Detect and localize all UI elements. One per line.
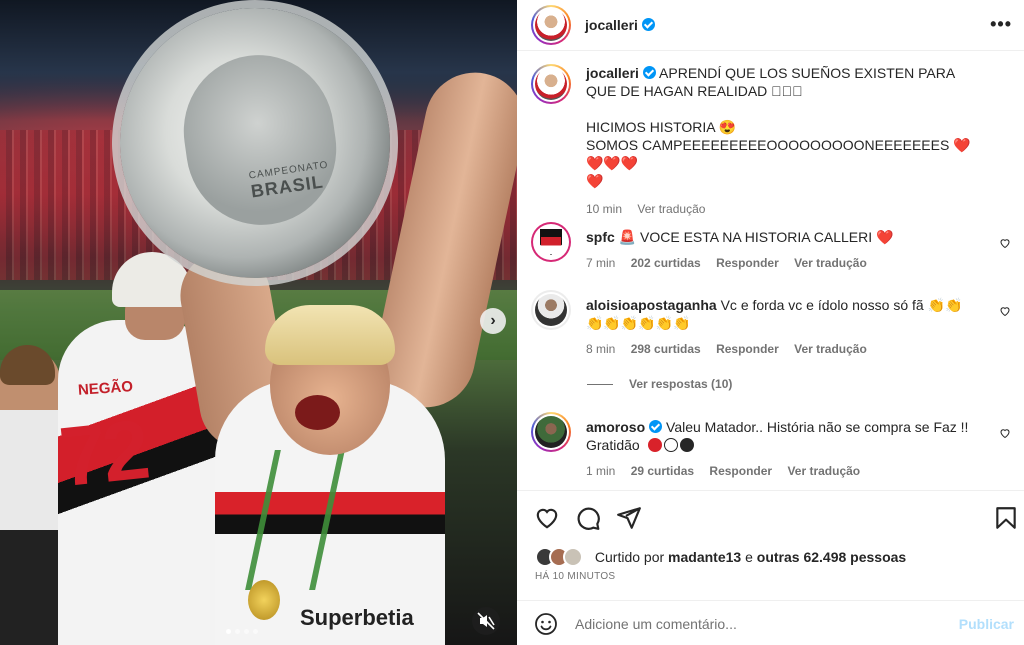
see-translation-link[interactable]: Ver tradução (787, 464, 860, 478)
comment-text: Valeu Matador.. História não se compra s… (666, 419, 969, 435)
reply-button[interactable]: Responder (709, 464, 772, 478)
comment-composer: Publicar (517, 600, 1024, 645)
reply-button[interactable]: Responder (716, 342, 779, 356)
verified-icon (641, 18, 655, 31)
heart-icon[interactable] (999, 305, 1011, 317)
author-username[interactable]: jocalleri (585, 17, 638, 33)
comment-body: aloisioapostaganha Vc e forda vc e ídolo… (586, 296, 981, 358)
heart-icon[interactable] (999, 237, 1011, 249)
post-media[interactable]: NEGÃO 72 CAMPEONATO BRASIL Superbetia › (0, 0, 517, 645)
jersey-sponsor: Superbetia (300, 605, 414, 630)
caption-line4: ❤️ (586, 173, 604, 189)
comment-likes[interactable]: 202 curtidas (631, 256, 701, 270)
post-actions: Curtido por madante13 e outras 62.498 pe… (517, 490, 1024, 600)
comment-meta: 8 min 298 curtidas Responder Ver traduçã… (586, 340, 981, 358)
caption-line2: HICIMOS HISTORIA 😍 (586, 119, 737, 135)
comment-meta: 7 min 202 curtidas Responder Ver traduçã… (586, 254, 981, 272)
verified-icon (642, 66, 656, 79)
comment-text-continued: 👏👏👏👏👏👏 (586, 315, 691, 331)
player-hair (265, 305, 395, 365)
comment-time: 8 min (586, 342, 616, 356)
commenter-username[interactable]: aloisioapostaganha (586, 297, 717, 313)
see-translation-link[interactable]: Ver tradução (637, 202, 705, 216)
comment-time: 1 min (586, 464, 616, 478)
comments-list[interactable]: jocalleri APRENDÍ QUE LOS SUEÑOS EXISTEN… (517, 52, 1024, 489)
comment-likes[interactable]: 29 curtidas (631, 464, 694, 478)
commenter-avatar[interactable] (531, 290, 571, 330)
commenter-avatar[interactable] (531, 412, 571, 452)
heart-icon[interactable] (999, 427, 1011, 439)
comment-text: 🚨 VOCE ESTA NA HISTORIA CALLERI ❤️ (618, 229, 894, 245)
comment-time: 7 min (586, 256, 616, 270)
post-timestamp: HÁ 10 MINUTOS (535, 571, 616, 582)
replies-divider (587, 384, 613, 386)
view-replies-label: Ver respostas (10) (629, 377, 733, 391)
caption-time: 10 min (586, 202, 623, 216)
more-horizontal-icon[interactable]: ••• (990, 14, 1012, 35)
carousel-dot (244, 629, 249, 634)
reply-button[interactable]: Responder (716, 256, 779, 270)
likers-avatars[interactable] (535, 547, 587, 567)
carousel-dot (235, 629, 240, 634)
liked-by-connector: e (745, 549, 753, 565)
likes-summary: Curtido por madante13 e outras 62.498 pe… (535, 547, 906, 567)
comment-text: Vc e forda vc e ídolo nosso só fã 👏👏 (720, 297, 963, 313)
verified-icon (649, 420, 663, 433)
comment-meta: 1 min 29 curtidas Responder Ver tradução (586, 462, 981, 480)
view-replies-button[interactable]: Ver respostas (10) (587, 377, 732, 391)
comment-input[interactable] (575, 613, 935, 635)
medal (248, 580, 280, 620)
author-avatar[interactable] (531, 5, 571, 45)
carousel-dot (226, 629, 231, 634)
emoji-icon[interactable] (534, 612, 558, 636)
chevron-right-icon[interactable]: › (480, 308, 506, 334)
spfc-logo-icon (540, 229, 562, 255)
comment-text-continued: Gratidão (586, 437, 640, 453)
caption-line1: APRENDÍ QUE LOS SUEÑOS EXISTEN PARA QUE … (586, 65, 955, 99)
white-circle-icon (663, 438, 678, 452)
caption-line3: SOMOS CAMPEEEEEEEEEOOOOOOOOONEEEEEEES ❤️… (586, 137, 971, 171)
share-send-icon[interactable] (616, 505, 642, 531)
red-circle-icon (647, 438, 662, 452)
comment-body: amoroso Valeu Matador.. História não se … (586, 418, 981, 480)
bookmark-icon[interactable] (993, 505, 1019, 531)
liked-by-others[interactable]: outras 62.498 pessoas (757, 549, 906, 565)
caption-body: jocalleri APRENDÍ QUE LOS SUEÑOS EXISTEN… (586, 64, 981, 218)
liked-by-prefix: Curtido por (594, 549, 665, 565)
like-heart-icon[interactable] (534, 505, 560, 531)
commenter-username[interactable]: amoroso (586, 419, 645, 435)
caption-username[interactable]: jocalleri (586, 65, 639, 81)
black-circle-icon (679, 438, 694, 452)
author-name-block: jocalleri (585, 17, 655, 35)
child-figure (0, 350, 60, 645)
see-translation-link[interactable]: Ver tradução (794, 256, 867, 270)
player-mouth (295, 395, 340, 430)
caption-meta: 10 min Ver tradução (586, 200, 981, 218)
publish-button[interactable]: Publicar (959, 616, 1014, 632)
post-panel: jocalleri ••• jocalleri APRENDÍ QUE LOS … (517, 0, 1024, 645)
carousel-dots (226, 629, 258, 634)
carousel-dot (253, 629, 258, 634)
comment-likes[interactable]: 298 curtidas (631, 342, 701, 356)
comment-body: spfc 🚨 VOCE ESTA NA HISTORIA CALLERI ❤️ … (586, 228, 981, 272)
see-translation-link[interactable]: Ver tradução (794, 342, 867, 356)
post-header: jocalleri ••• (517, 0, 1024, 51)
commenter-avatar[interactable] (531, 222, 571, 262)
jersey-number: 72 (55, 401, 151, 505)
speaker-muted-icon[interactable] (472, 607, 500, 635)
liked-by-user[interactable]: madante13 (668, 549, 741, 565)
commenter-username[interactable]: spfc (586, 229, 615, 245)
author-avatar[interactable] (531, 64, 571, 104)
comment-bubble-icon[interactable] (575, 505, 601, 531)
comment-text-continued-row: Gratidão (586, 436, 981, 454)
